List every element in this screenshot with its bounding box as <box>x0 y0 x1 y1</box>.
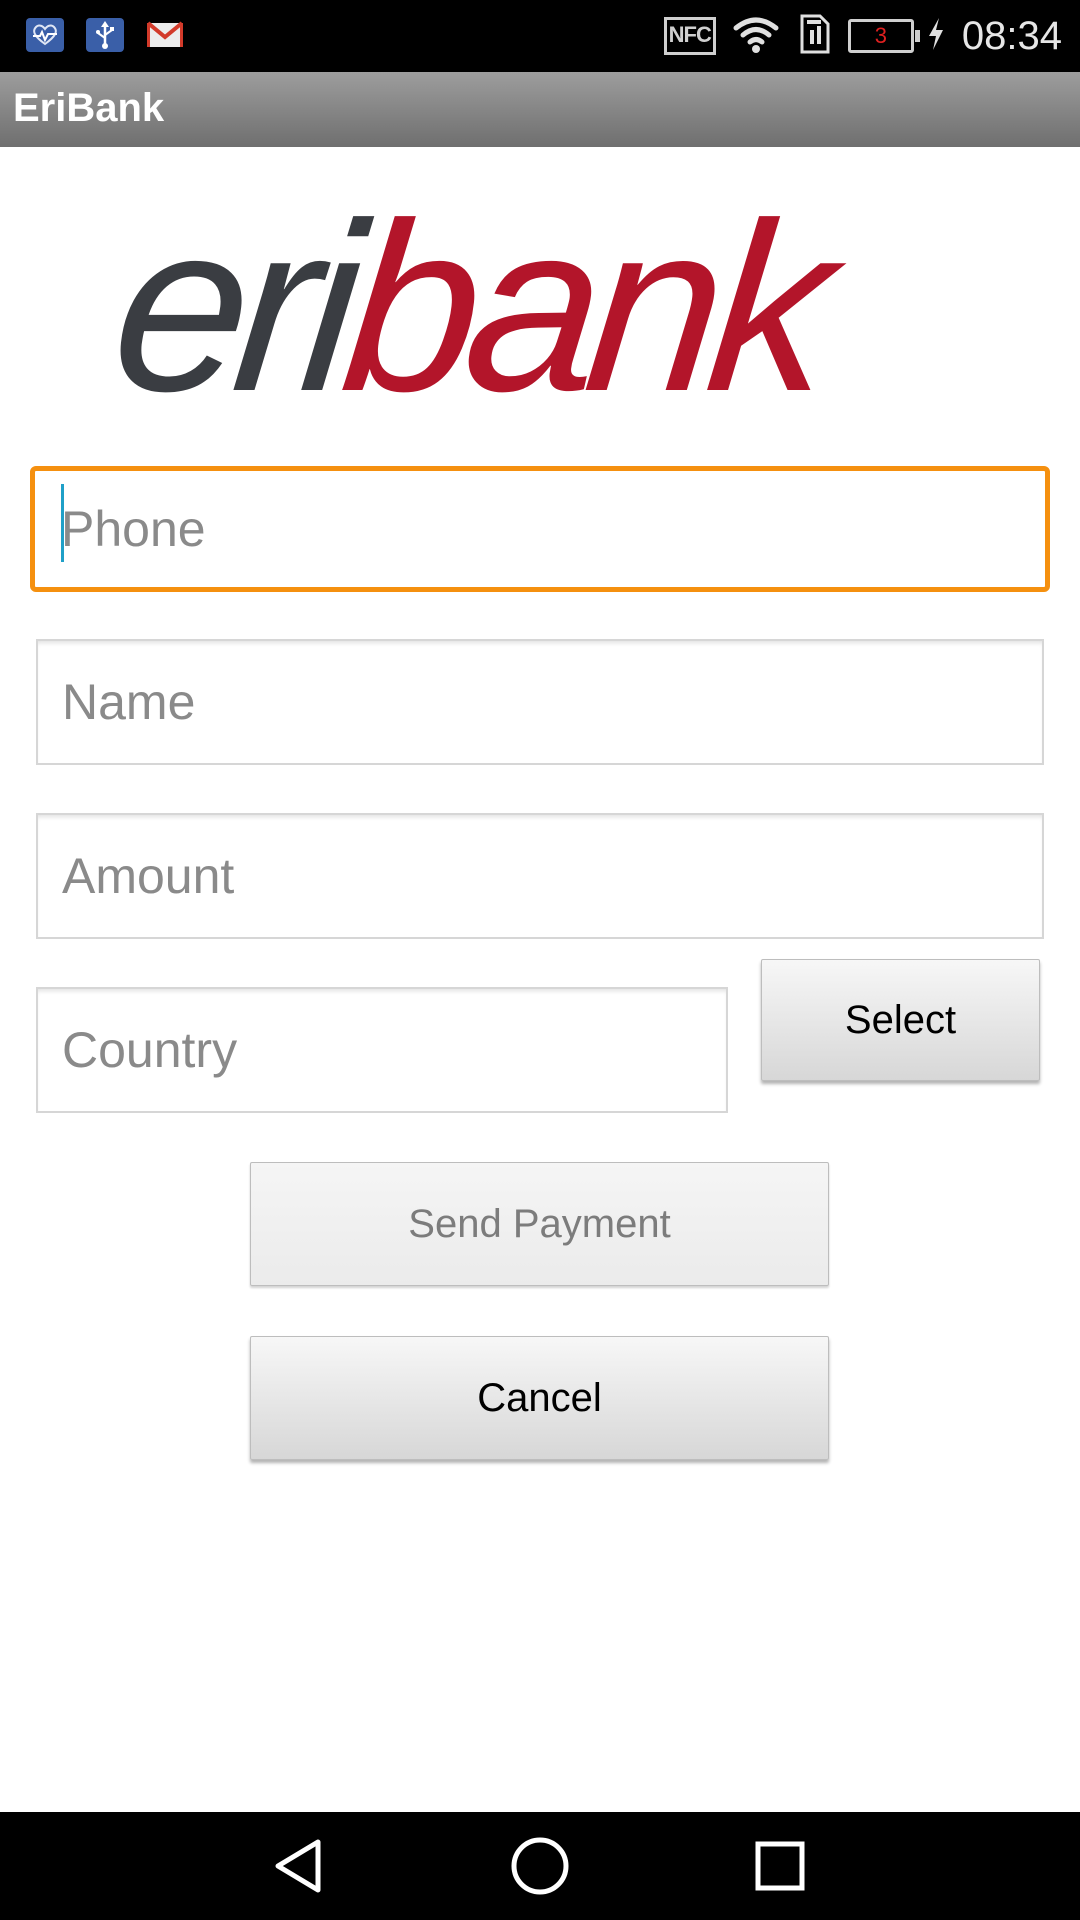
phone-input[interactable] <box>30 466 1050 592</box>
eribank-logo: eribank <box>0 180 1080 410</box>
select-button-label: Select <box>844 997 957 1042</box>
charging-icon <box>926 17 946 56</box>
sim-icon <box>796 14 832 59</box>
select-country-button[interactable]: Select <box>761 959 1040 1081</box>
amount-input[interactable] <box>36 813 1044 939</box>
send-payment-label: Send Payment <box>408 1201 671 1246</box>
battery-icon: 3 <box>847 19 920 53</box>
cancel-button[interactable]: Cancel <box>250 1336 829 1460</box>
name-input[interactable] <box>36 639 1044 765</box>
health-icon <box>26 18 64 52</box>
system-icons: NFC 3 08:34 <box>663 10 1062 62</box>
app-title: EriBank <box>13 86 165 130</box>
svg-text:eribank: eribank <box>103 180 857 410</box>
logo-text-bank: bank <box>333 180 856 410</box>
logo-text-eri: eri <box>103 180 379 410</box>
nfc-icon: NFC <box>663 17 716 55</box>
status-bar: NFC 3 08:34 <box>0 0 1080 72</box>
wifi-icon <box>732 14 780 59</box>
status-clock: 08:34 <box>961 13 1062 58</box>
battery-group: 3 <box>847 17 946 56</box>
send-payment-button[interactable]: Send Payment <box>250 1162 829 1286</box>
country-input[interactable] <box>36 987 728 1113</box>
action-bar: EriBank <box>0 72 1080 147</box>
gmail-icon <box>146 18 184 52</box>
text-caret <box>61 484 64 562</box>
usb-icon <box>86 18 124 52</box>
cancel-button-label: Cancel <box>477 1375 602 1420</box>
back-icon[interactable] <box>270 1836 330 1896</box>
recents-icon[interactable] <box>750 1836 810 1896</box>
home-icon[interactable] <box>510 1836 570 1896</box>
notification-icons <box>26 18 184 52</box>
battery-level: 3 <box>874 23 888 48</box>
navigation-bar <box>0 1812 1080 1920</box>
